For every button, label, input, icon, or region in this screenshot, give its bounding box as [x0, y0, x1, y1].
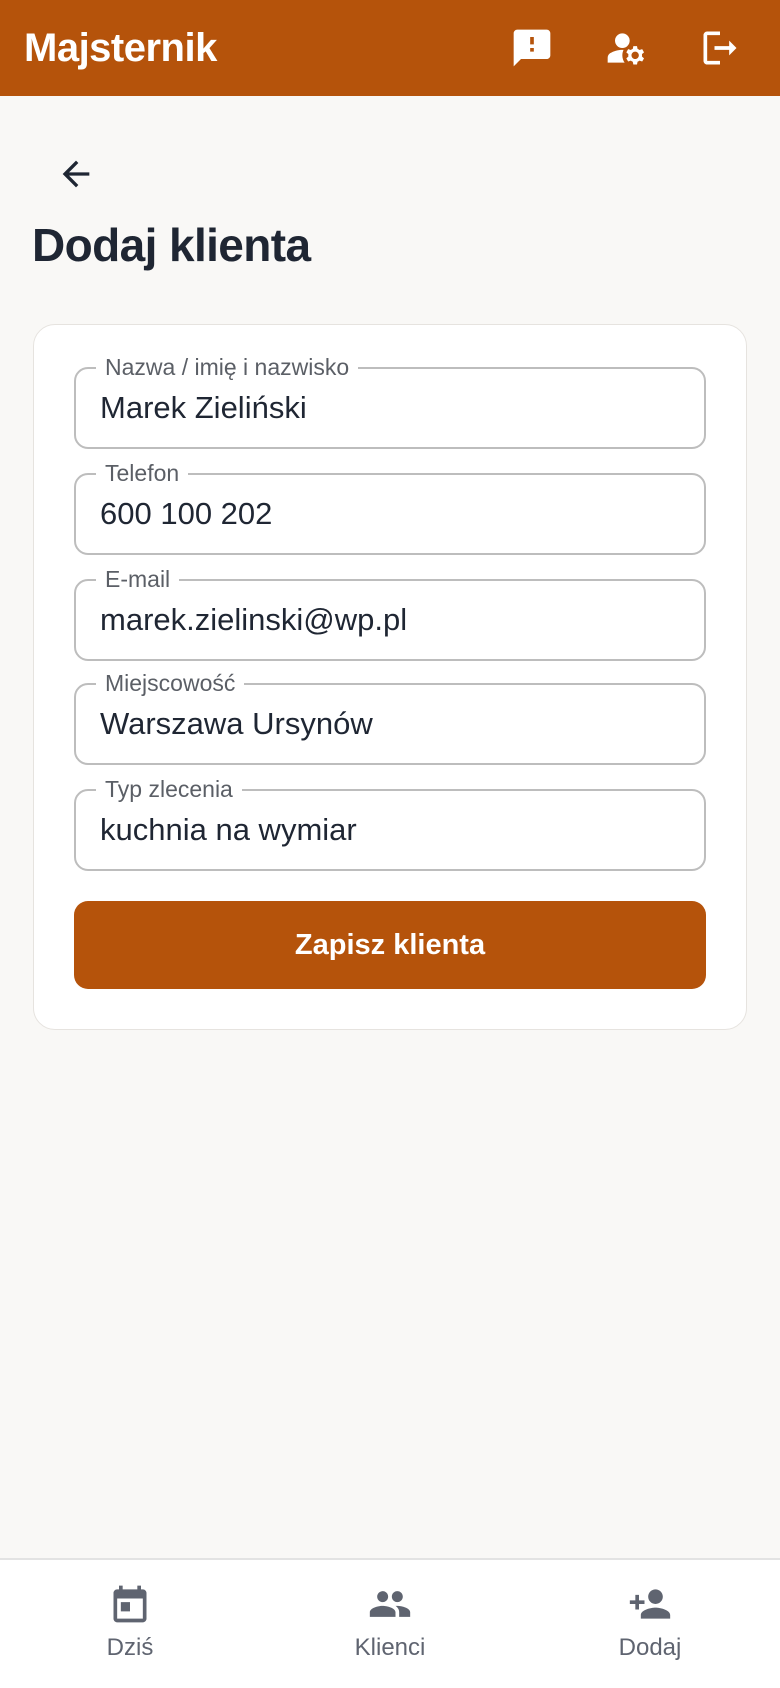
back-button[interactable] [48, 146, 104, 202]
feedback-button[interactable] [502, 18, 562, 78]
nav-item-clients[interactable]: Klienci [260, 1560, 520, 1688]
nav-label-add: Dodaj [618, 1634, 682, 1661]
people-icon [369, 1591, 411, 1617]
name-input[interactable] [100, 369, 680, 447]
app-root: Majsternik Dodaj klienta Nazwa / imię i … [0, 0, 780, 1688]
appbar-actions [502, 18, 756, 78]
nav-label-today: Dziś [106, 1634, 154, 1661]
user-settings-icon [607, 33, 645, 65]
save-client-button[interactable]: Zapisz klienta [74, 901, 706, 989]
bottom-navigation: Dziś Klienci Dodaj [0, 1558, 780, 1688]
email-input[interactable] [100, 581, 680, 659]
nav-item-add[interactable]: Dodaj [520, 1560, 780, 1688]
nav-item-today[interactable]: Dziś [0, 1560, 260, 1688]
add-client-form-card: Nazwa / imię i nazwisko Telefon E-mail M… [33, 324, 747, 1030]
app-title: Majsternik [24, 25, 217, 70]
city-field[interactable]: Miejscowość [74, 669, 706, 765]
order-type-input[interactable] [100, 791, 680, 869]
user-settings-button[interactable] [596, 18, 656, 78]
arrow-back-icon [62, 160, 90, 188]
city-input[interactable] [100, 685, 680, 763]
feedback-icon [513, 29, 551, 67]
phone-input[interactable] [100, 475, 680, 553]
email-field[interactable]: E-mail [74, 565, 706, 661]
name-field[interactable]: Nazwa / imię i nazwisko [74, 353, 706, 449]
order-type-field[interactable]: Typ zlecenia [74, 775, 706, 871]
top-app-bar: Majsternik [0, 0, 780, 96]
logout-button[interactable] [690, 18, 750, 78]
logout-icon [703, 31, 737, 65]
person-add-icon [629, 1589, 671, 1619]
nav-label-clients: Klienci [354, 1634, 426, 1661]
calendar-icon [113, 1585, 147, 1623]
page-title: Dodaj klienta [32, 219, 311, 271]
phone-field[interactable]: Telefon [74, 459, 706, 555]
